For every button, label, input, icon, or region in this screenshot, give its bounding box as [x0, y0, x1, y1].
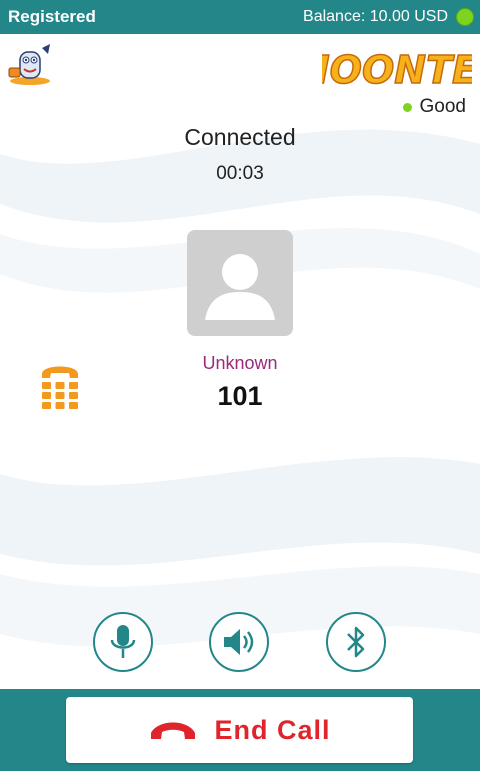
end-call-label: End Call [214, 714, 331, 745]
balance-text: Balance: 10.00 USD [303, 8, 448, 25]
end-call-button[interactable]: End Call [66, 697, 413, 763]
caller-number: 101 [217, 381, 263, 411]
mascot-icon [8, 44, 50, 85]
person-icon [205, 254, 275, 320]
speaker-icon [224, 629, 254, 655]
quality-label: Good [419, 96, 466, 117]
quality-indicator-icon [402, 102, 412, 112]
bottom-bar: End Call [0, 689, 480, 771]
moontel-logo: MOONTEL [322, 47, 472, 93]
registration-status: Registered [8, 7, 96, 26]
bluetooth-icon [347, 626, 365, 658]
balance-area: Balance: 10.00 USD [303, 8, 474, 26]
hangup-icon [151, 722, 196, 739]
call-timer: 00:03 [216, 163, 264, 184]
call-status: Connected [184, 124, 296, 150]
status-bar: Registered Balance: 10.00 USD [0, 0, 480, 34]
call-screen: MOONTEL Good Connected 00:03 Unknown 101 [0, 34, 480, 689]
caller-avatar [187, 230, 293, 336]
logo-text: MOONTEL [322, 48, 472, 92]
call-quality: Good [402, 96, 466, 118]
bluetooth-button[interactable] [326, 612, 386, 672]
online-status-icon [456, 8, 474, 26]
microphone-icon [110, 625, 136, 658]
speaker-button[interactable] [209, 612, 269, 672]
mute-button[interactable] [93, 612, 153, 672]
caller-name: Unknown [202, 353, 278, 373]
